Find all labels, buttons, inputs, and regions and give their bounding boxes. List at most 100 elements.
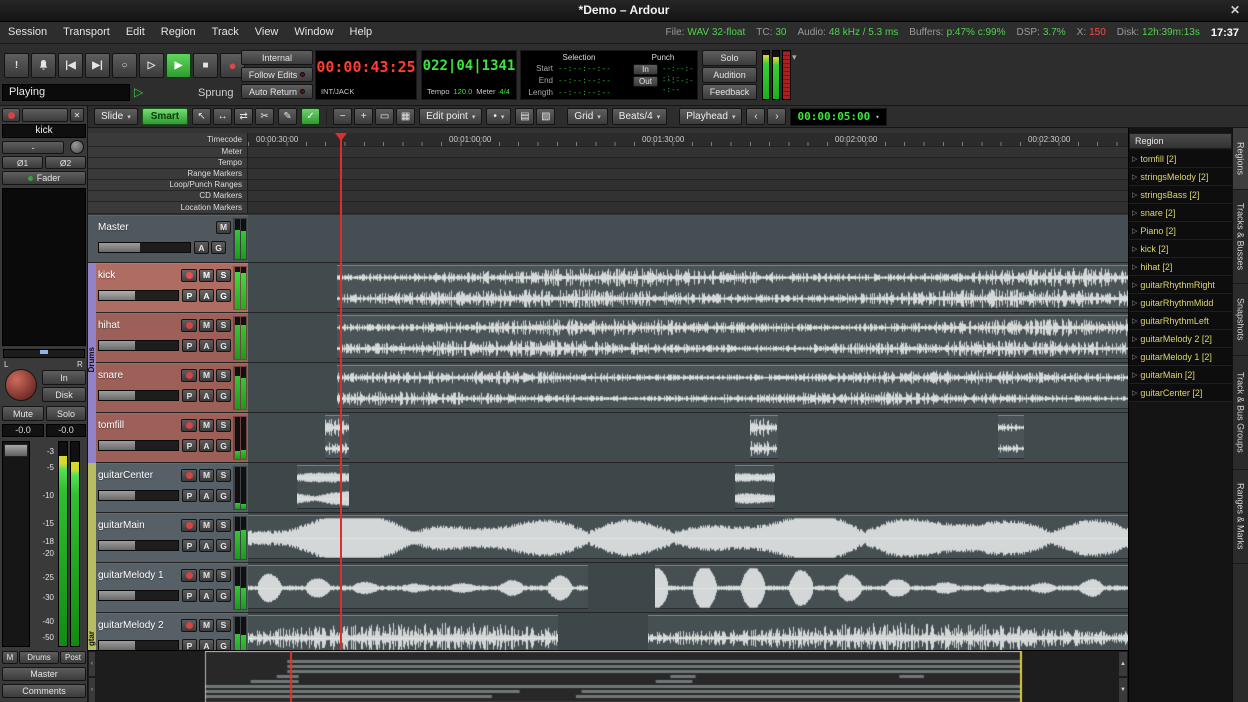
timeline-track-hihat[interactable] bbox=[248, 313, 1128, 363]
processor-box[interactable] bbox=[2, 188, 86, 346]
grid-unit-combo[interactable]: Beats/4 ▾ bbox=[612, 108, 667, 125]
region-list-item[interactable]: ▷guitarRhythmLeft bbox=[1129, 312, 1232, 330]
side-tab-snapshots[interactable]: Snapshots bbox=[1233, 284, 1248, 356]
edit-point-combo[interactable]: Edit point ▾ bbox=[419, 108, 482, 125]
track-a-button[interactable]: A bbox=[199, 439, 214, 452]
gain-stage-button[interactable]: Fader bbox=[2, 171, 86, 185]
comments-button[interactable]: Comments bbox=[2, 684, 86, 698]
transport-metronome-button[interactable] bbox=[31, 53, 56, 78]
audio-region[interactable] bbox=[655, 565, 1128, 609]
track-fader[interactable] bbox=[98, 640, 179, 650]
audio-region[interactable] bbox=[998, 415, 1024, 459]
marker-combo[interactable]: • ▾ bbox=[486, 108, 511, 125]
gain-fader[interactable] bbox=[2, 441, 30, 647]
track-fader[interactable] bbox=[98, 390, 179, 401]
region-list-item[interactable]: ▷hihat [2] bbox=[1129, 258, 1232, 276]
track-m-button[interactable]: M bbox=[216, 221, 231, 234]
internal-button[interactable]: Internal bbox=[241, 50, 313, 65]
track-a-button[interactable]: A bbox=[194, 241, 209, 254]
region-list-item[interactable]: ▷Piano [2] bbox=[1129, 222, 1232, 240]
strip-record-arm-button[interactable] bbox=[2, 108, 20, 122]
track-a-button[interactable]: A bbox=[199, 589, 214, 602]
track-p-button[interactable]: P bbox=[182, 589, 197, 602]
strip-trim-button[interactable]: - bbox=[2, 141, 64, 154]
strip-tab-post[interactable]: Post bbox=[60, 651, 86, 664]
tool-stretch-button[interactable]: ⇄ bbox=[234, 108, 253, 125]
transport-goto-end-button[interactable]: ▶| bbox=[85, 53, 110, 78]
track-fader[interactable] bbox=[98, 242, 191, 253]
track-a-button[interactable]: A bbox=[199, 539, 214, 552]
monitor-input-button[interactable]: In bbox=[42, 370, 86, 385]
track-p-button[interactable]: P bbox=[182, 639, 197, 650]
audio-region[interactable] bbox=[248, 565, 588, 609]
tool-draw-button[interactable]: ✎ bbox=[278, 108, 297, 125]
audio-region[interactable] bbox=[248, 615, 558, 650]
track-p-button[interactable]: P bbox=[182, 489, 197, 502]
output-button[interactable]: Master bbox=[2, 667, 86, 681]
pan-slider[interactable] bbox=[3, 349, 85, 358]
ruler-lane-range-markers[interactable] bbox=[248, 169, 1128, 180]
track-m-button[interactable]: M bbox=[199, 569, 214, 582]
track-m-button[interactable]: M bbox=[199, 419, 214, 432]
grid-mode-combo[interactable]: Grid ▾ bbox=[567, 108, 607, 125]
strip-hide-button[interactable]: ✕ bbox=[70, 108, 84, 122]
audio-region[interactable] bbox=[337, 315, 1128, 359]
track-s-button[interactable]: S bbox=[216, 269, 231, 282]
punch-out-button[interactable]: Out bbox=[633, 76, 658, 87]
region-list-item[interactable]: ▷tomfill [2] bbox=[1129, 150, 1232, 168]
tool-range-button[interactable]: ↔ bbox=[213, 108, 232, 125]
region-list-item[interactable]: ▷guitarMelody 1 [2] bbox=[1129, 348, 1232, 366]
monitor-disk-button[interactable]: Disk bbox=[42, 387, 86, 402]
smart-mode-button[interactable]: Smart bbox=[142, 108, 188, 125]
region-list-item[interactable]: ▷guitarMelody 2 [2] bbox=[1129, 330, 1232, 348]
strip-track-name[interactable]: kick bbox=[2, 124, 86, 138]
region-list-item[interactable]: ▷guitarRhythmRight bbox=[1129, 276, 1232, 294]
expander-icon[interactable]: ▷ bbox=[1132, 353, 1137, 361]
side-tab-ranges-marks[interactable]: Ranges & Marks bbox=[1233, 470, 1248, 564]
track-group-gtar[interactable]: gtar bbox=[88, 463, 96, 650]
zoom-session-button[interactable]: ▭ bbox=[375, 108, 394, 125]
expander-icon[interactable]: ▷ bbox=[1132, 317, 1137, 325]
track-g-button[interactable]: G bbox=[216, 289, 231, 302]
timeline-track-guitarmain[interactable] bbox=[248, 513, 1128, 563]
track-fader[interactable] bbox=[98, 590, 179, 601]
track-p-button[interactable]: P bbox=[182, 289, 197, 302]
gain-display[interactable]: -0.0 bbox=[2, 424, 44, 437]
feedback-button[interactable]: Feedback bbox=[702, 84, 757, 100]
track-p-button[interactable]: P bbox=[182, 539, 197, 552]
track-header-guitarmelody-1[interactable]: guitarMelody 1MSPAG bbox=[88, 563, 248, 613]
side-tab-track-bus-groups[interactable]: Track & Bus Groups bbox=[1233, 356, 1248, 470]
track-group-drums[interactable]: Drums bbox=[88, 263, 96, 463]
primary-clock[interactable]: 00:00:43:25 INT/JACK bbox=[315, 50, 417, 100]
track-s-button[interactable]: S bbox=[216, 369, 231, 382]
track-a-button[interactable]: A bbox=[199, 339, 214, 352]
track-p-button[interactable]: P bbox=[182, 439, 197, 452]
audio-region[interactable] bbox=[337, 265, 1128, 309]
record-arm-button[interactable] bbox=[181, 619, 197, 632]
track-g-button[interactable]: G bbox=[216, 339, 231, 352]
region-list-item[interactable]: ▷guitarCenter [2] bbox=[1129, 384, 1232, 402]
track-g-button[interactable]: G bbox=[216, 639, 231, 650]
track-s-button[interactable]: S bbox=[216, 619, 231, 632]
expander-icon[interactable]: ▷ bbox=[1132, 281, 1137, 289]
menu-window[interactable]: Window bbox=[286, 22, 341, 43]
track-m-button[interactable]: M bbox=[199, 619, 214, 632]
transport-loop-button[interactable]: ○ bbox=[112, 53, 137, 78]
transport-play-selection-button[interactable]: ▷ bbox=[139, 53, 164, 78]
track-s-button[interactable]: S bbox=[216, 519, 231, 532]
audio-region[interactable] bbox=[648, 615, 1128, 650]
audio-region[interactable] bbox=[325, 415, 349, 459]
menu-session[interactable]: Session bbox=[0, 22, 55, 43]
audio-region[interactable] bbox=[248, 515, 1128, 559]
track-g-button[interactable]: G bbox=[216, 439, 231, 452]
expander-icon[interactable]: ▷ bbox=[1132, 299, 1137, 307]
record-arm-button[interactable] bbox=[181, 269, 197, 282]
summary-scroll-up-button[interactable]: ▲ bbox=[1118, 651, 1128, 677]
region-list-item[interactable]: ▷kick [2] bbox=[1129, 240, 1232, 258]
menu-help[interactable]: Help bbox=[342, 22, 381, 43]
track-header-hihat[interactable]: hihatMSPAG bbox=[88, 313, 248, 363]
track-m-button[interactable]: M bbox=[199, 319, 214, 332]
auto-return-button[interactable]: Auto Return bbox=[241, 84, 313, 99]
track-m-button[interactable]: M bbox=[199, 269, 214, 282]
nav-next-button[interactable]: › bbox=[767, 108, 786, 125]
